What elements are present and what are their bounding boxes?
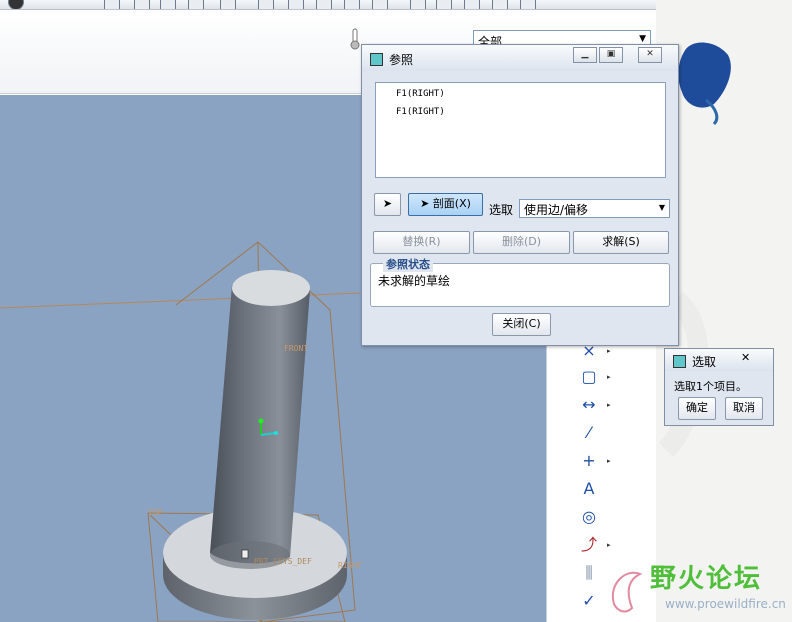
rectangle-tool-icon[interactable]: ▢ ▸	[577, 366, 610, 388]
watermark-title: 野火论坛	[650, 564, 763, 594]
references-dialog-title: 参照	[389, 53, 414, 67]
display-plane-icon[interactable]	[410, 0, 426, 9]
top-plane-label: TOP	[148, 508, 163, 517]
appearance-icon[interactable]	[8, 0, 24, 9]
chevron-down-icon: ▼	[658, 203, 665, 212]
references-list[interactable]: F1(RIGHT) F1(RIGHT)	[375, 82, 666, 178]
display-csys-icon[interactable]	[492, 0, 508, 9]
front-plane-label: FRONT	[284, 344, 309, 353]
display-point-icon[interactable]	[464, 0, 480, 9]
datum-plane-icon[interactable]	[288, 0, 304, 9]
select-arrow-button[interactable]: ➤	[374, 193, 401, 216]
select-dialog-title: 选取	[692, 355, 717, 369]
arrow-cursor-icon: ➤	[420, 197, 430, 210]
watermark-url: www.proewildfire.cn	[665, 597, 786, 611]
maximize-icon[interactable]: ▣	[599, 47, 623, 63]
reference-status-legend: 参照状态	[383, 256, 433, 272]
replace-button[interactable]: 替换(R)	[373, 231, 470, 254]
done-check-icon[interactable]: ✓	[577, 590, 601, 612]
arrow-cursor-icon: ➤	[382, 197, 393, 210]
modify-tool-icon[interactable]: ⁄	[577, 422, 601, 444]
select-method-dropdown[interactable]: 使用边/偏移 ▼	[519, 199, 670, 218]
datum-axis-icon[interactable]	[316, 0, 332, 9]
palette-tool-icon[interactable]: ◎	[577, 506, 601, 528]
section-button-label: 剖面(X)	[432, 197, 471, 210]
display-sketch-icon[interactable]	[520, 0, 536, 9]
status-indicator-icon	[350, 28, 360, 50]
watermark-logo-icon	[606, 564, 646, 616]
main-toolbar	[0, 0, 660, 10]
csys-icon[interactable]	[372, 0, 388, 9]
delete-button[interactable]: 删除(D)	[473, 231, 570, 254]
close-button[interactable]: 关闭(C)	[492, 313, 551, 336]
pen-icon[interactable]	[188, 0, 204, 9]
mirror-tool-icon[interactable]: ⫼	[577, 562, 601, 584]
references-dialog-titlebar[interactable]: 参照 ▁ ▣ ✕	[362, 45, 678, 71]
list-item[interactable]: F1(RIGHT)	[396, 89, 445, 99]
list-item[interactable]: F1(RIGHT)	[396, 107, 445, 117]
dimension-tool-icon[interactable]: ↔ ▸	[577, 394, 610, 416]
ok-button[interactable]: 确定	[678, 397, 716, 420]
select-dialog-message: 选取1个项目。	[674, 380, 747, 393]
dialog-icon	[673, 355, 686, 368]
view-icon[interactable]	[104, 0, 120, 9]
solve-button[interactable]: 求解(S)	[573, 231, 669, 254]
dialog-icon	[370, 53, 383, 66]
shade-icon[interactable]	[220, 0, 236, 9]
reference-status-text: 未求解的草绘	[378, 274, 451, 288]
minimize-icon[interactable]: ▁	[573, 47, 597, 63]
select-dialog-titlebar[interactable]: 选取 ✕	[665, 349, 773, 371]
text-tool-icon[interactable]: A	[577, 478, 601, 500]
trim-tool-icon[interactable]: ⤴ ▸	[577, 534, 611, 556]
chevron-down-icon: ▼	[639, 34, 646, 44]
select-method-value: 使用边/偏移	[524, 203, 589, 217]
sketch-orient-icon[interactable]	[258, 0, 274, 9]
section-button[interactable]: ➤ 剖面(X)	[408, 193, 483, 216]
right-plane-label: RIGHT	[338, 561, 363, 570]
constraint-tool-icon[interactable]: + ▸	[577, 450, 610, 472]
select-icon[interactable]	[160, 0, 176, 9]
cancel-button[interactable]: 取消	[725, 397, 763, 420]
references-dialog: 参照 ▁ ▣ ✕ F1(RIGHT) F1(RIGHT) ➤ ➤ 剖面(X) 选…	[361, 44, 679, 346]
close-icon[interactable]: ✕	[638, 47, 662, 63]
select-dialog: 选取 ✕ 选取1个项目。 确定 取消	[664, 348, 774, 426]
close-icon[interactable]: ✕	[741, 351, 750, 364]
display-axis-icon[interactable]	[436, 0, 452, 9]
datum-point-icon[interactable]	[344, 0, 360, 9]
select-label: 选取	[489, 203, 514, 217]
csys-label: PRT_CSYS_DEF	[254, 557, 312, 566]
edit-icon[interactable]	[134, 0, 150, 9]
